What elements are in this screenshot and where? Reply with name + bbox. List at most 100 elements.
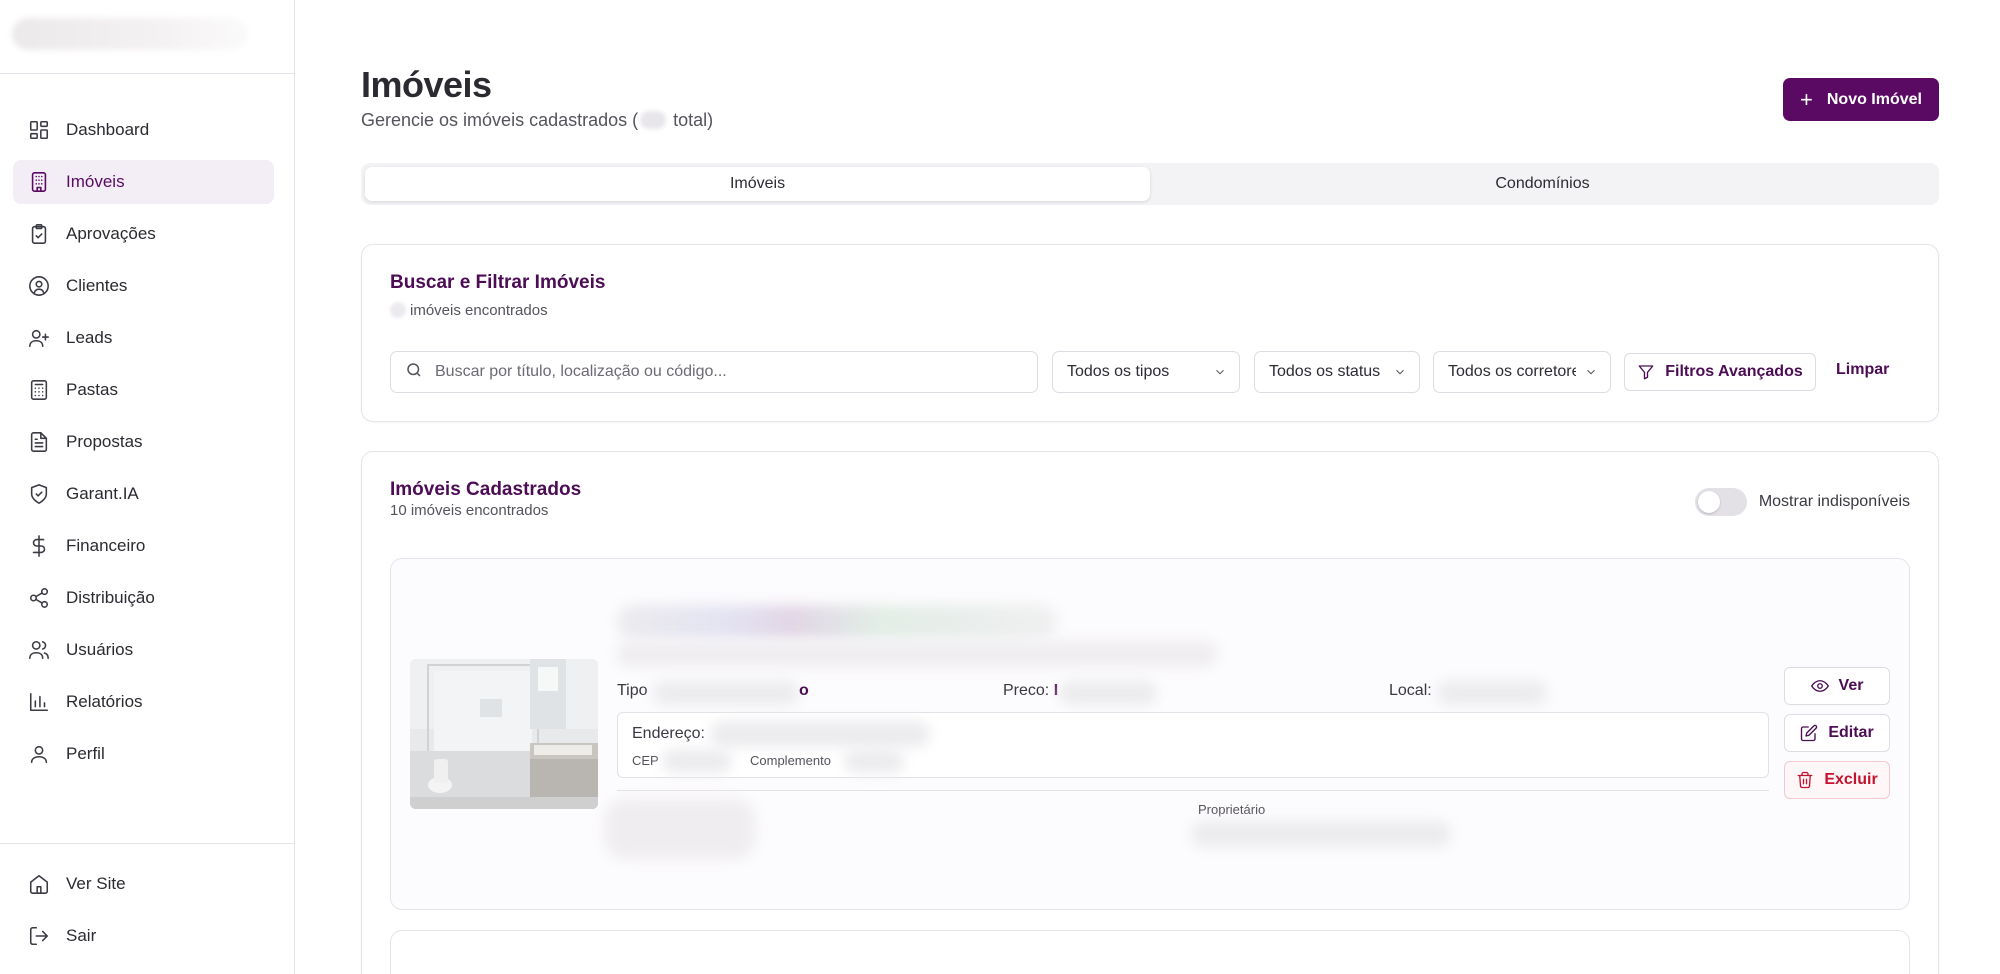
sidebar-item-ver-site[interactable]: Ver Site	[13, 862, 274, 906]
owner-value-redacted	[1191, 821, 1451, 847]
type-value-redacted	[653, 681, 799, 705]
search-field[interactable]	[390, 351, 1038, 393]
sidebar-item-distribuicao[interactable]: Distribuição	[13, 576, 274, 620]
edit-button[interactable]: Editar	[1784, 714, 1890, 752]
toggle-knob	[1697, 491, 1720, 513]
tab-imoveis[interactable]: Imóveis	[365, 167, 1150, 201]
location-label: Local:	[1389, 682, 1432, 699]
sidebar-item-label: Sair	[66, 926, 97, 945]
shield-check-icon	[27, 482, 51, 506]
property-thumbnail[interactable]	[410, 659, 598, 809]
new-property-button[interactable]: + Novo Imóvel	[1783, 78, 1939, 121]
sidebar-footer: Ver Site Sair	[0, 843, 294, 966]
sidebar-item-imoveis[interactable]: Imóveis	[13, 160, 274, 204]
sidebar-item-relatorios[interactable]: Relatórios	[13, 680, 274, 724]
advanced-filters-button[interactable]: Filtros Avançados	[1624, 353, 1816, 391]
logout-icon	[27, 924, 51, 948]
search-input[interactable]	[435, 363, 995, 381]
filter-card: Buscar e Filtrar Imóveis imóveis encontr…	[361, 244, 1939, 422]
sidebar-item-label: Relatórios	[66, 692, 143, 711]
property-item	[390, 930, 1910, 974]
chevron-down-icon	[1216, 369, 1224, 375]
description-redacted	[617, 641, 1217, 667]
chevron-down-icon	[1587, 369, 1595, 375]
clear-filters-button[interactable]: Limpar	[1836, 361, 1889, 379]
sidebar-item-clientes[interactable]: Clientes	[13, 264, 274, 308]
user-plus-icon	[27, 326, 51, 350]
title-redacted	[617, 605, 1057, 639]
broker-select[interactable]: Todos os corretores	[1433, 351, 1611, 393]
clipboard-check-icon	[27, 222, 51, 246]
advanced-filters-label: Filtros Avançados	[1665, 363, 1803, 380]
sidebar-item-label: Clientes	[66, 276, 128, 295]
sidebar-item-label: Garant.IA	[66, 484, 139, 503]
address-label: Endereço:	[632, 725, 705, 742]
complement-label: Complemento	[750, 753, 831, 768]
sidebar-item-usuarios[interactable]: Usuários	[13, 628, 274, 672]
folder-grid-icon	[27, 378, 51, 402]
show-unavailable-label: Mostrar indisponíveis	[1758, 493, 1910, 510]
type-field: Tipo	[617, 682, 648, 700]
sidebar: Dashboard Imóveis Aprovações Clientes Le…	[0, 0, 295, 974]
address-value-redacted	[710, 721, 930, 747]
status-select-value: Todos os status	[1269, 363, 1381, 380]
filter-title: Buscar e Filtrar Imóveis	[390, 272, 606, 293]
sidebar-item-garantia[interactable]: Garant.IA	[13, 472, 274, 516]
sidebar-nav: Dashboard Imóveis Aprovações Clientes Le…	[0, 74, 294, 784]
delete-button[interactable]: Excluir	[1784, 761, 1890, 799]
sidebar-item-label: Imóveis	[66, 172, 125, 191]
sidebar-item-leads[interactable]: Leads	[13, 316, 274, 360]
sidebar-item-propostas[interactable]: Propostas	[13, 420, 274, 464]
price-value-head: I	[1053, 682, 1059, 699]
edit-label: Editar	[1828, 724, 1874, 741]
cep-label: CEP	[632, 753, 659, 768]
complement-value-redacted	[844, 749, 904, 773]
filter-found-count: imóveis encontrados	[390, 302, 548, 319]
bathroom-image	[410, 659, 598, 809]
type-select[interactable]: Todos os tipos	[1052, 351, 1240, 393]
sidebar-item-pastas[interactable]: Pastas	[13, 368, 274, 412]
share-icon	[27, 586, 51, 610]
sidebar-item-perfil[interactable]: Perfil	[13, 732, 274, 776]
sidebar-item-label: Pastas	[66, 380, 118, 399]
status-select[interactable]: Todos os status	[1254, 351, 1420, 393]
user-icon	[27, 742, 51, 766]
list-title: Imóveis Cadastrados	[390, 479, 582, 500]
price-value-redacted	[1059, 681, 1157, 705]
delete-label: Excluir	[1824, 771, 1878, 788]
divider	[617, 790, 1769, 791]
logo[interactable]	[12, 18, 248, 50]
type-label: Tipo	[617, 682, 648, 699]
trash-icon	[1797, 771, 1813, 789]
total-count-redacted	[640, 111, 667, 129]
sidebar-item-dashboard[interactable]: Dashboard	[13, 108, 274, 152]
type-select-value: Todos os tipos	[1067, 363, 1170, 380]
address-box: Endereço: CEP Complemento	[617, 712, 1769, 778]
owner-label: Proprietário	[1198, 802, 1266, 817]
page-subtitle: Gerencie os imóveis cadastrados ( total)	[361, 110, 713, 131]
sidebar-item-label: Propostas	[66, 432, 143, 451]
show-unavailable-toggle[interactable]	[1694, 488, 1747, 516]
sidebar-item-label: Aprovações	[66, 224, 156, 243]
subtitle-suffix: total)	[668, 110, 714, 130]
sidebar-item-aprovacoes[interactable]: Aprovações	[13, 212, 274, 256]
price-field: Preco: I	[1003, 682, 1058, 700]
sidebar-item-label: Perfil	[66, 744, 105, 763]
view-button[interactable]: Ver	[1784, 667, 1890, 705]
sidebar-item-financeiro[interactable]: Financeiro	[13, 524, 274, 568]
view-label: Ver	[1838, 677, 1864, 694]
dollar-icon	[27, 534, 51, 558]
subtitle-prefix: Gerencie os imóveis cadastrados (	[361, 110, 639, 130]
broker-select-value: Todos os corretores	[1448, 363, 1576, 380]
sidebar-item-label: Ver Site	[66, 874, 126, 893]
new-property-label: Novo Imóvel	[1826, 90, 1922, 108]
sidebar-item-sair[interactable]: Sair	[13, 914, 274, 958]
bar-chart-icon	[27, 690, 51, 714]
sidebar-item-label: Distribuição	[66, 588, 155, 607]
sidebar-item-label: Usuários	[66, 640, 134, 659]
found-text: imóveis encontrados	[410, 302, 548, 319]
document-icon	[27, 430, 51, 454]
found-count-redacted	[390, 302, 406, 318]
broker-redacted	[605, 799, 755, 859]
tab-condominios[interactable]: Condomínios	[1150, 167, 1935, 201]
